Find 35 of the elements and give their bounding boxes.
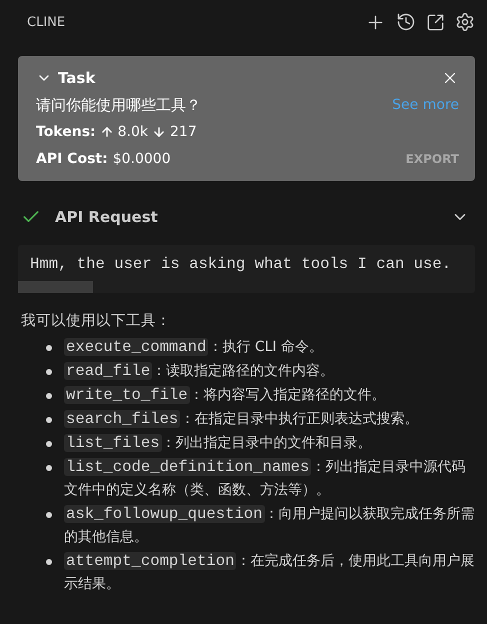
tool-list-item: execute_command：执行 CLI 命令。 — [64, 337, 323, 358]
tool-list-item: read_file：读取指定路径的文件内容。 — [64, 361, 334, 382]
cost-label: API Cost: — [36, 151, 108, 167]
open-external-icon[interactable] — [426, 12, 445, 32]
scrollbar[interactable] — [18, 281, 93, 293]
tool-list-item: list_code_definition_names：列出指定目录中源代码文件中的定义名称（类、函数、方法等）。 — [64, 457, 466, 500]
tool-list-item: ask_followup_question：向用户提问以获取完成任务所需的其他信息。 — [64, 504, 475, 547]
arrow-down-icon — [152, 125, 166, 139]
bullet — [46, 441, 52, 447]
tool-list-item: attempt_completion：在完成任务后，使用此工具向用户展示结果。 — [64, 551, 475, 594]
cost-value: $0.0000 — [112, 151, 171, 167]
arrow-up-icon — [100, 125, 114, 139]
bullet — [46, 465, 52, 471]
thinking-text: Hmm, the user is asking what tools I can use. — [29, 254, 452, 275]
task-title: Task — [58, 69, 96, 87]
bullet — [46, 417, 52, 423]
bullet — [46, 393, 52, 399]
tool-list-item: list_files：列出指定目录中的文件和目录。 — [64, 433, 372, 454]
request-title: API Request — [55, 208, 158, 226]
history-icon[interactable] — [396, 12, 416, 32]
task-question: 请问你能使用哪些工具？ — [36, 96, 201, 114]
tokens-out: 217 — [170, 124, 197, 140]
tokens-label: Tokens: — [36, 124, 96, 140]
bullet — [46, 512, 52, 518]
answer-intro: 我可以使用以下工具： — [21, 312, 172, 330]
bullet — [46, 559, 52, 565]
panel-title: CLINE — [27, 14, 66, 30]
tool-list-item: write_to_file：将内容写入指定路径的文件。 — [64, 385, 386, 406]
settings-icon[interactable] — [455, 12, 475, 32]
tool-list-item: search_files：在指定目录中执行正则表达式搜索。 — [64, 409, 418, 430]
see-more-link[interactable]: See more — [392, 97, 459, 113]
bullet — [46, 369, 52, 375]
export-button[interactable]: EXPORT — [406, 152, 459, 166]
tokens-in: 8.0k — [118, 124, 148, 140]
bullet — [46, 345, 52, 351]
